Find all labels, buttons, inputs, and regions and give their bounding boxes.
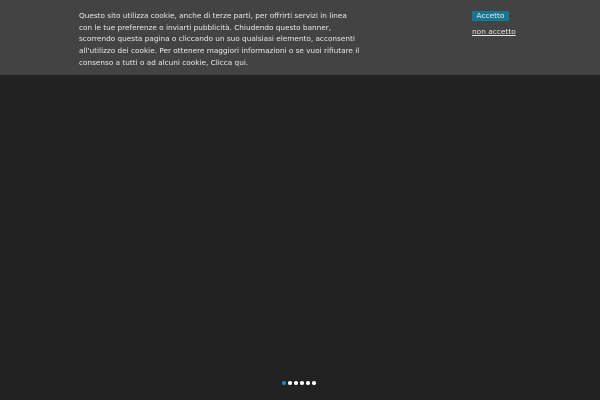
slider-dot[interactable] (294, 381, 298, 385)
slider-dot[interactable] (300, 381, 304, 385)
slider-dot[interactable] (312, 381, 316, 385)
cookie-banner: Questo sito utilizza cookie, anche di te… (0, 0, 600, 75)
slider-dot[interactable] (306, 381, 310, 385)
cookie-message: Questo sito utilizza cookie, anche di te… (79, 10, 361, 69)
cookie-policy-link[interactable]: Clicca qui. (211, 58, 249, 67)
slider-pagination (282, 380, 316, 386)
cookie-actions: Accetto non accetto (472, 11, 516, 36)
accept-button[interactable]: Accetto (472, 11, 509, 21)
page: Questo sito utilizza cookie, anche di te… (0, 0, 600, 400)
reject-link[interactable]: non accetto (472, 27, 516, 36)
slider-dot[interactable] (282, 381, 286, 385)
slider-dot[interactable] (288, 381, 292, 385)
